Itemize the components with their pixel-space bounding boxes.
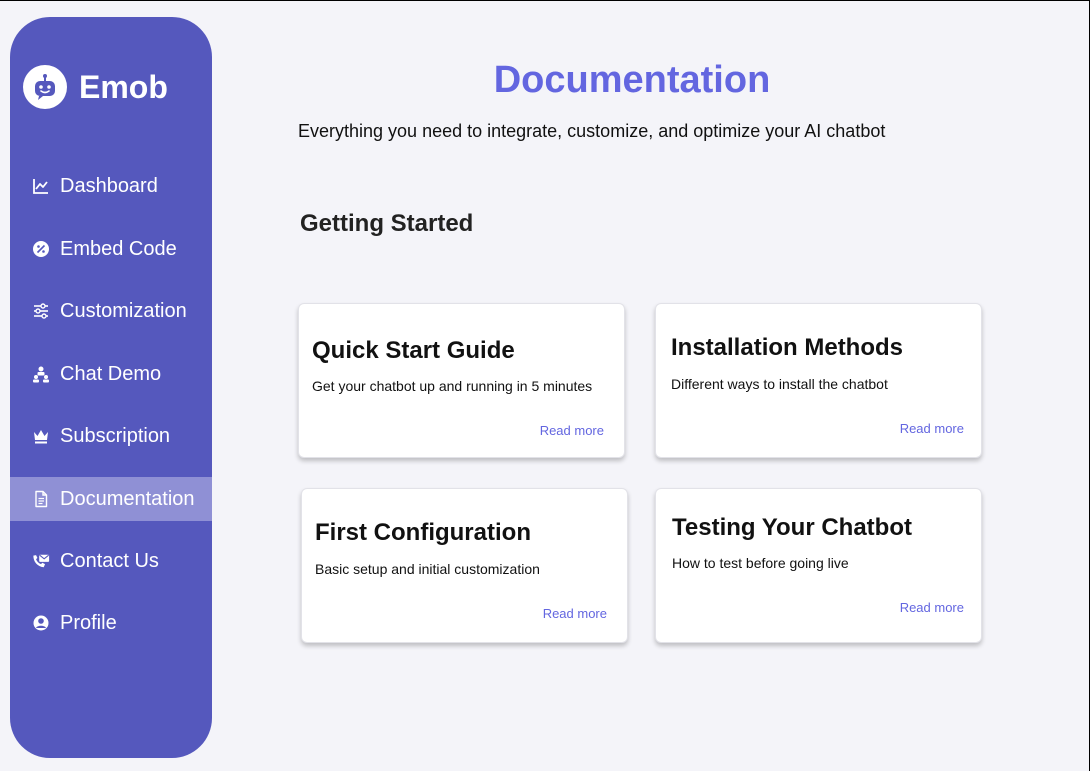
page-title: Documentation [493, 59, 771, 101]
read-more-link[interactable]: Read more [900, 600, 964, 615]
card-description: Get your chatbot up and running in 5 min… [312, 378, 593, 394]
doc-card-testing-chatbot[interactable]: Testing Your Chatbot How to test before … [655, 488, 982, 643]
brand[interactable]: Emob [23, 65, 168, 109]
read-more-link[interactable]: Read more [900, 421, 964, 436]
sidebar-item-label: Subscription [60, 424, 171, 447]
crown-icon [32, 427, 50, 445]
robot-icon [23, 65, 67, 109]
sidebar-item-chat-demo[interactable]: Chat Demo [10, 352, 212, 396]
sidebar-item-customization[interactable]: Customization [10, 289, 212, 333]
sidebar-item-label: Profile [60, 611, 117, 634]
people-icon [32, 365, 50, 383]
phone-envelope-icon [32, 552, 50, 570]
sidebar-item-subscription[interactable]: Subscription [10, 414, 212, 458]
sidebar-item-profile[interactable]: Profile [10, 601, 212, 645]
card-title: Quick Start Guide [312, 337, 515, 364]
sidebar-item-label: Customization [60, 299, 187, 322]
read-more-link[interactable]: Read more [540, 423, 604, 438]
brand-name: Emob [79, 68, 168, 105]
card-description: Basic setup and initial customization [315, 561, 540, 577]
sidebar-item-dashboard[interactable]: Dashboard [10, 164, 212, 208]
percent-badge-icon [32, 240, 50, 258]
section-title: Getting Started [300, 210, 474, 237]
sidebar-item-label: Embed Code [60, 237, 177, 260]
user-circle-icon [32, 614, 50, 632]
read-more-link[interactable]: Read more [543, 606, 607, 621]
card-description: Different ways to install the chatbot [671, 376, 888, 392]
card-description: How to test before going live [672, 555, 849, 571]
sidebar-item-documentation[interactable]: Documentation [10, 477, 212, 521]
page-subtitle: Everything you need to integrate, custom… [298, 121, 886, 141]
chart-line-icon [32, 177, 50, 195]
doc-card-first-configuration[interactable]: First Configuration Basic setup and init… [301, 488, 628, 643]
card-title: First Configuration [315, 519, 531, 546]
sidebar-item-contact-us[interactable]: Contact Us [10, 539, 212, 583]
sidebar: Emob Dashboard Embed Code Customization … [10, 17, 212, 758]
sidebar-item-label: Documentation [60, 487, 195, 510]
doc-card-installation-methods[interactable]: Installation Methods Different ways to i… [655, 303, 982, 458]
card-title: Installation Methods [671, 334, 904, 361]
sliders-icon [32, 302, 50, 320]
sidebar-item-label: Chat Demo [60, 362, 162, 385]
card-title: Testing Your Chatbot [672, 514, 912, 541]
sidebar-item-embed-code[interactable]: Embed Code [10, 227, 212, 271]
doc-card-quick-start[interactable]: Quick Start Guide Get your chatbot up an… [298, 303, 625, 458]
sidebar-item-label: Contact Us [60, 549, 159, 572]
sidebar-item-label: Dashboard [60, 174, 158, 197]
document-icon [32, 490, 50, 508]
